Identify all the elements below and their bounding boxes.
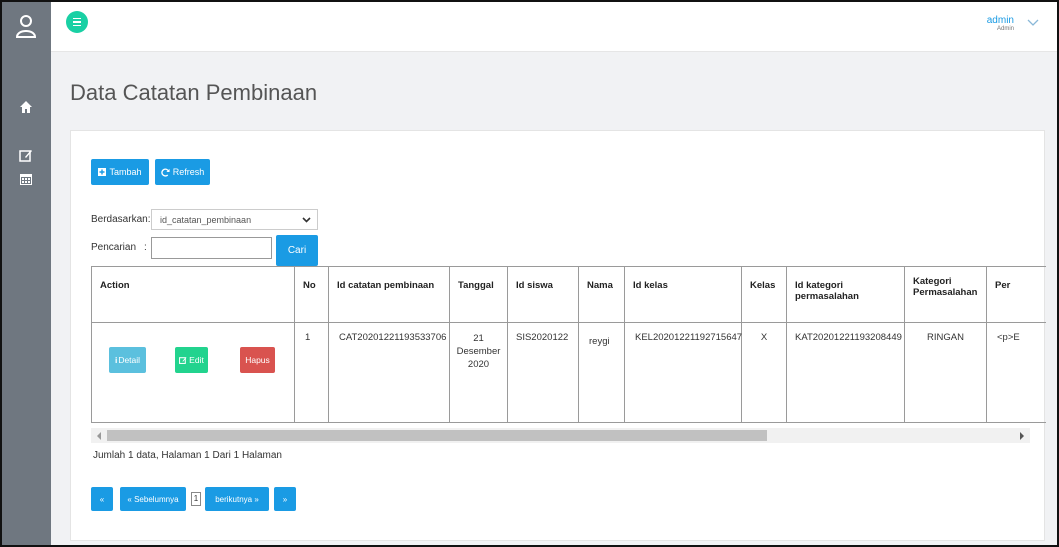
col-header-id-kelas: Id kelas: [624, 266, 742, 323]
col-header-tanggal: Tanggal: [449, 266, 508, 323]
tanggal-year: 2020: [467, 359, 490, 370]
col-header-nama: Nama: [578, 266, 625, 323]
user-name: admin: [986, 15, 1014, 26]
info-icon: i: [114, 355, 118, 365]
first-page-button[interactable]: «: [91, 487, 113, 511]
cell-kategori: RINGAN: [904, 322, 987, 423]
cell-no: 1: [294, 322, 329, 423]
current-page: 1: [191, 492, 201, 506]
page-title: Data Catatan Pembinaan: [70, 80, 318, 105]
app-window: admin Admin Data Catatan Pembinaan Tamba…: [0, 0, 1059, 547]
search-separator: :: [144, 242, 147, 253]
pagination-summary: Jumlah 1 data, Halaman 1 Dari 1 Halaman: [93, 450, 282, 461]
detail-button[interactable]: i Detail: [109, 347, 146, 373]
add-button[interactable]: Tambah: [91, 159, 149, 185]
col-header-no: No: [294, 266, 329, 323]
cell-per: <p>E: [986, 322, 1046, 423]
refresh-button[interactable]: Refresh: [155, 159, 210, 185]
delete-button[interactable]: Hapus: [240, 347, 275, 373]
edit-button-label: Edit: [189, 355, 204, 365]
last-page-button[interactable]: »: [274, 487, 296, 511]
tanggal-month: Desember: [456, 346, 501, 357]
calendar-icon[interactable]: [19, 172, 33, 186]
field-select[interactable]: id_catatan_pembinaan: [151, 209, 318, 230]
cell-id-kelas: KEL20201221192715647: [624, 322, 742, 423]
col-header-kategori: Kategori Permasalahan: [904, 266, 987, 323]
cell-nama: reygi: [578, 322, 625, 423]
cell-id-kategori: KAT20201221193208449: [786, 322, 905, 423]
add-button-label: Tambah: [109, 167, 142, 177]
cell-id-siswa: SIS2020122: [507, 322, 579, 423]
tanggal-day: 21: [473, 333, 484, 344]
previous-page-button[interactable]: « Sebelumnya: [120, 487, 186, 511]
col-header-kelas: Kelas: [741, 266, 787, 323]
home-icon[interactable]: [19, 100, 33, 114]
chevron-down-icon[interactable]: [1027, 19, 1039, 27]
action-cell: i Detail Edit Hapus: [91, 322, 295, 423]
data-table-viewport: Action No Id catatan pembinaan Tanggal I…: [91, 266, 1046, 426]
scroll-right-icon[interactable]: [1017, 431, 1027, 441]
cell-id-catatan: CAT20201221193533706: [328, 322, 450, 423]
search-label: Pencarian: [91, 242, 137, 253]
col-header-id-kategori: Id kategori permasalahan: [786, 266, 905, 323]
edit-button[interactable]: Edit: [175, 347, 208, 373]
chevron-down-icon: [302, 217, 311, 223]
table-row: i Detail Edit Hapus 1 CAT202012211935337…: [91, 322, 1046, 423]
cell-tanggal: 21 Desember 2020: [449, 322, 508, 423]
horizontal-scrollbar[interactable]: [91, 428, 1030, 443]
data-table: Action No Id catatan pembinaan Tanggal I…: [91, 266, 1046, 423]
refresh-icon: [161, 167, 170, 177]
col-header-id-catatan: Id catatan pembinaan: [328, 266, 450, 323]
search-button[interactable]: Cari: [276, 235, 318, 266]
next-page-button[interactable]: berikutnya »: [205, 487, 269, 511]
based-on-label: Berdasarkan:: [91, 214, 151, 225]
field-select-value: id_catatan_pembinaan: [160, 215, 252, 225]
plus-square-icon: [98, 168, 107, 176]
content-panel: Tambah Refresh Berdasarkan: id_catatan_p…: [70, 130, 1046, 541]
scrollbar-thumb[interactable]: [107, 430, 767, 441]
search-input[interactable]: [151, 237, 272, 259]
col-header-per: Per: [986, 266, 1046, 323]
edit-icon[interactable]: [19, 148, 33, 162]
table-header-row: Action No Id catatan pembinaan Tanggal I…: [91, 266, 1046, 323]
detail-button-label: Detail: [118, 355, 141, 365]
user-menu[interactable]: admin Admin: [987, 16, 1014, 33]
edit-icon: [179, 357, 187, 364]
sidebar: [2, 2, 51, 545]
scroll-left-icon[interactable]: [94, 431, 104, 441]
col-header-id-siswa: Id siswa: [507, 266, 579, 323]
cell-kelas: X: [741, 322, 787, 423]
refresh-button-label: Refresh: [172, 167, 205, 177]
user-icon[interactable]: [15, 14, 37, 38]
menu-icon[interactable]: [66, 11, 88, 33]
topbar: admin Admin: [51, 2, 1057, 52]
user-role: Admin: [996, 26, 1014, 32]
col-header-action: Action: [91, 266, 295, 323]
